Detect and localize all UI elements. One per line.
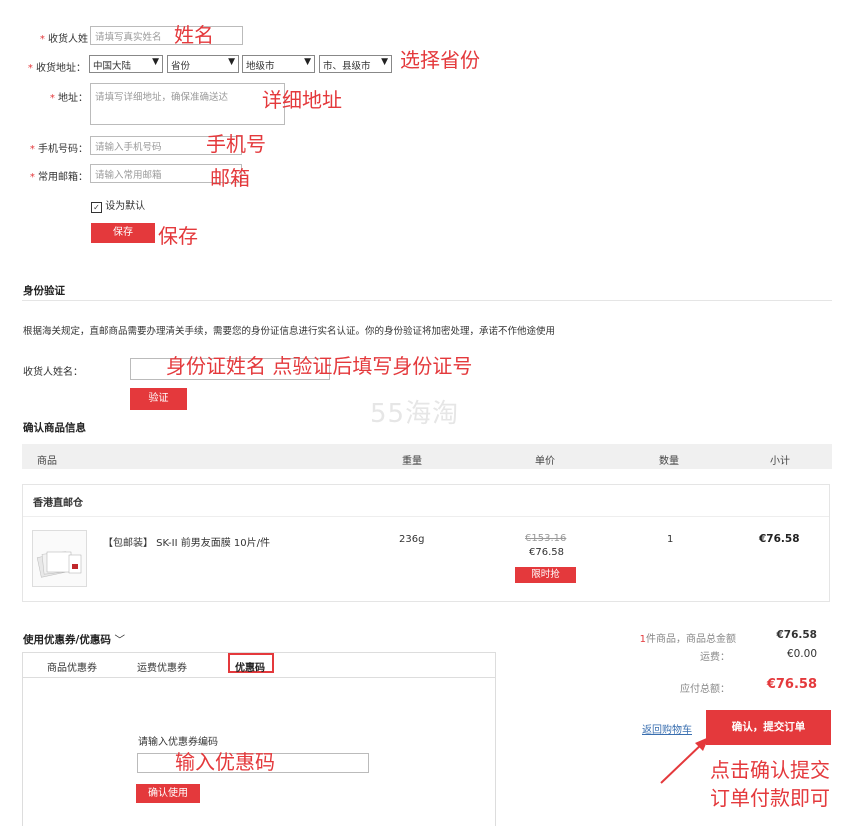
- annotation-save: 保存: [158, 224, 198, 248]
- product-name[interactable]: 【包邮装】 SK-II 前男友面膜 10片/件: [103, 534, 270, 549]
- chevron-down-icon: ▼: [228, 57, 235, 67]
- coupon-prompt: 请输入优惠券编码: [138, 737, 218, 748]
- save-button[interactable]: 保存: [91, 223, 155, 243]
- warehouse-name: 香港直邮仓: [33, 498, 83, 509]
- order-title: 确认商品信息: [23, 422, 86, 434]
- product-subtotal: €76.58: [759, 533, 800, 545]
- coupon-title[interactable]: 使用优惠券/优惠码 ﹀: [23, 632, 125, 647]
- default-checkbox-row[interactable]: ✓ 设为默认: [91, 197, 145, 213]
- chevron-down-icon: ﹀: [114, 634, 126, 646]
- tab-promo-code[interactable]: 优惠码: [235, 659, 265, 674]
- annotation-address: 详细地址: [262, 88, 342, 112]
- apply-coupon-button[interactable]: 确认使用: [136, 784, 200, 803]
- country-select[interactable]: 中国大陆 ▼: [89, 55, 163, 73]
- annotation-submit-line1: 点击确认提交: [710, 758, 830, 782]
- sale-price: €76.58: [529, 547, 564, 558]
- column-quantity: 数量: [659, 456, 679, 467]
- column-price: 单价: [535, 456, 555, 467]
- column-product: 商品: [37, 456, 57, 467]
- name-label: * 收货人姓: [39, 34, 88, 45]
- flash-sale-badge: 限时抢: [515, 567, 576, 583]
- chevron-down-icon: ▼: [381, 57, 388, 67]
- tab-product-coupon[interactable]: 商品优惠券: [47, 659, 97, 674]
- identity-notice: 根据海关规定，直邮商品需要办理清关手续，需要您的身份证信息进行实名认证。你的身份…: [23, 326, 556, 337]
- chevron-down-icon: ▼: [304, 57, 311, 67]
- identity-title: 身份验证: [23, 285, 65, 297]
- default-checkbox-label: 设为默认: [105, 201, 146, 212]
- product-weight: 236g: [399, 534, 425, 545]
- divider: [23, 516, 829, 517]
- checkbox-checked-icon[interactable]: ✓: [91, 202, 102, 213]
- name-input[interactable]: 请填写真实姓名: [90, 26, 243, 45]
- annotation-arrow: [660, 737, 709, 784]
- county-select[interactable]: 市、县级市 ▼: [319, 55, 392, 73]
- annotation-name: 姓名: [174, 23, 214, 47]
- annotation-email: 邮箱: [210, 166, 250, 190]
- product-thumbnail[interactable]: [32, 530, 87, 587]
- address-textarea[interactable]: 请填写详细地址，确保准确送达: [90, 83, 285, 125]
- annotation-submit-line2: 订单付款即可: [710, 786, 830, 810]
- annotation-province: 选择省份: [400, 48, 480, 72]
- identity-name-label: 收货人姓名：: [23, 367, 83, 378]
- product-image: [36, 551, 82, 578]
- payable-total: €76.58: [766, 677, 817, 692]
- annotation-id: 身份证姓名 点验证后填写身份证号: [166, 354, 473, 378]
- chevron-down-icon: ▼: [152, 57, 159, 67]
- region-label: * 收货地址：: [27, 63, 86, 74]
- phone-label: * 手机号码：: [29, 144, 88, 155]
- divider: [22, 300, 832, 301]
- address-label: * 地址：: [49, 93, 88, 104]
- city-select[interactable]: 地级市 ▼: [242, 55, 315, 73]
- shipping-label: 运费：: [700, 652, 730, 663]
- email-label: * 常用邮箱：: [29, 172, 88, 183]
- order-table-header: [22, 444, 832, 469]
- payable-label: 应付总额：: [680, 684, 730, 695]
- goods-total: €76.58: [776, 629, 817, 641]
- province-select[interactable]: 省份 ▼: [167, 55, 239, 73]
- annotation-phone: 手机号: [206, 132, 266, 156]
- coupon-panel: [22, 652, 496, 826]
- shipping-fee: €0.00: [786, 648, 817, 660]
- product-quantity: 1: [667, 534, 674, 545]
- original-price: €153.16: [525, 533, 567, 544]
- annotation-coupon: 输入优惠码: [175, 750, 275, 774]
- column-subtotal: 小计: [770, 456, 790, 467]
- tab-shipping-coupon[interactable]: 运费优惠券: [137, 659, 187, 674]
- watermark-logo: 55海淘: [370, 399, 460, 429]
- item-count-text: 1件商品，商品总金额: [639, 634, 736, 645]
- verify-button[interactable]: 验证: [130, 388, 187, 410]
- submit-order-button[interactable]: 确认，提交订单: [706, 710, 831, 745]
- column-weight: 重量: [402, 456, 422, 467]
- divider: [23, 677, 495, 678]
